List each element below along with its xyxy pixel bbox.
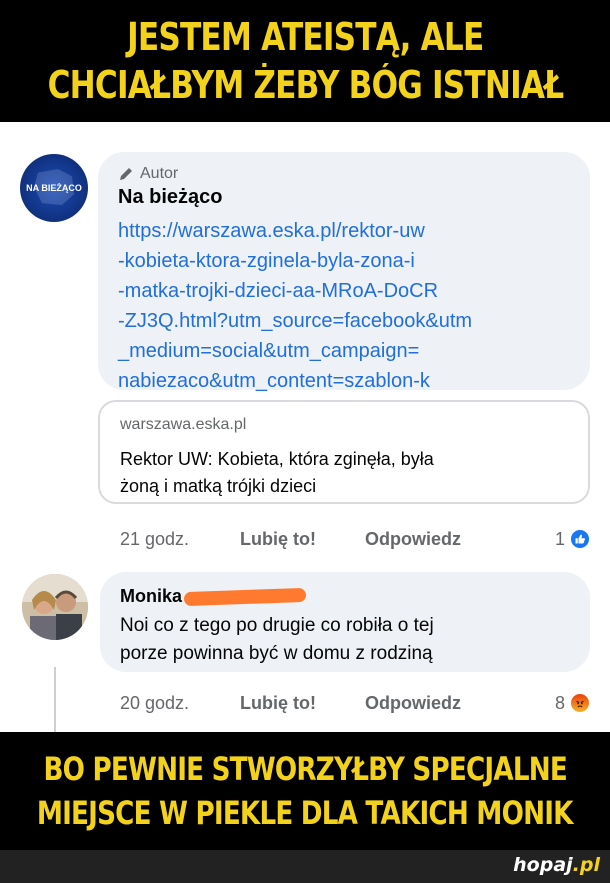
page-avatar-logo-text: NA BIEŻĄCO	[26, 183, 82, 193]
site-logo[interactable]: hopaj.pl	[513, 854, 600, 876]
top-caption-line-2: CHCIAŁBYM ŻEBY BÓG ISTNIAŁ	[47, 63, 564, 107]
site-logo-main: hopaj	[513, 854, 573, 876]
reply-reaction-count[interactable]: 8	[535, 693, 565, 714]
reply-thread-line	[54, 667, 56, 732]
author-comment-bubble: Autor Na bieżąco https://warszawa.eska.p…	[98, 152, 590, 392]
reply-comment-actions: 20 godz. Lubię to! Odpowiedz 8	[120, 688, 591, 718]
bottom-caption: BO PEWNIE STWORZYŁBY SPECJALNE MIEJSCE W…	[0, 732, 610, 850]
reply-like-button[interactable]: Lubię to!	[240, 693, 365, 714]
reply-author-row: Monika	[120, 584, 572, 608]
author-badge-label: Autor	[140, 165, 179, 182]
surname-redaction	[183, 587, 307, 607]
preview-domain: warszawa.eska.pl	[120, 416, 247, 433]
angry-face-icon[interactable]	[569, 692, 591, 714]
commenter-name[interactable]: Na bieżąco	[118, 186, 574, 214]
link-preview-card[interactable]: warszawa.eska.pl Rektor UW: Kobieta, któ…	[98, 400, 590, 504]
author-badge: Autor	[118, 164, 574, 184]
page-avatar[interactable]: NA BIEŻĄCO	[20, 154, 88, 222]
site-logo-tld: .pl	[572, 854, 600, 876]
user-photo-icon	[22, 574, 88, 640]
thumbs-up-icon[interactable]	[569, 528, 591, 550]
comment-link[interactable]: https://warszawa.eska.pl/rektor-uw -kobi…	[118, 216, 573, 396]
facebook-comments-screenshot: NA BIEŻĄCO Autor Na bieżąco https://wars…	[0, 122, 610, 732]
bottom-caption-line-2: MIEJSCE W PIEKLE DLA TAKICH MONIK	[37, 794, 574, 832]
preview-title: Rektor UW: Kobieta, która zginęła, była …	[120, 449, 434, 496]
pencil-icon	[120, 168, 132, 180]
reply-comment-text: Noi co z tego po drugie co robiła o tej …	[120, 615, 434, 664]
top-caption: JESTEM ATEISTĄ, ALE CHCIAŁBYM ŻEBY BÓG I…	[0, 0, 610, 122]
author-comment-actions: 21 godz. Lubię to! Odpowiedz 1	[120, 524, 591, 554]
reply-button[interactable]: Odpowiedz	[365, 529, 535, 550]
reply-timestamp[interactable]: 20 godz.	[120, 693, 240, 714]
bottom-caption-line-1: BO PEWNIE STWORZYŁBY SPECJALNE	[43, 750, 567, 788]
reply-author-name[interactable]: Monika	[120, 586, 182, 607]
top-caption-line-1: JESTEM ATEISTĄ, ALE	[126, 15, 484, 59]
comment-timestamp[interactable]: 21 godz.	[120, 529, 240, 550]
user-avatar[interactable]	[22, 574, 88, 640]
footer-bar: hopaj.pl	[0, 850, 610, 883]
reply-comment-bubble: Monika Noi co z tego po drugie co robiła…	[100, 572, 590, 672]
like-button[interactable]: Lubię to!	[240, 529, 365, 550]
reply-reply-button[interactable]: Odpowiedz	[365, 693, 535, 714]
reaction-count[interactable]: 1	[535, 529, 565, 550]
